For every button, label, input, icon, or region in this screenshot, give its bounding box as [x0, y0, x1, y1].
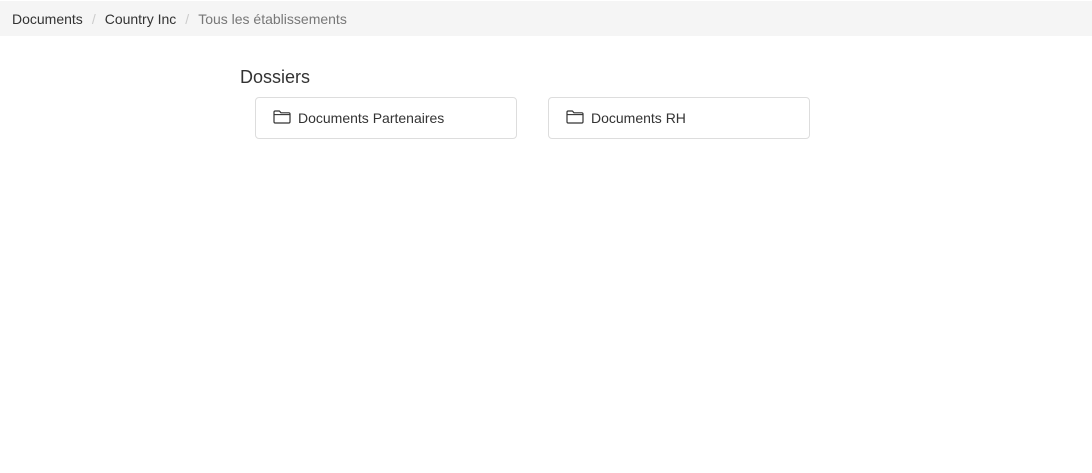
- folder-icon: [273, 110, 291, 124]
- folder-label: Documents Partenaires: [298, 110, 445, 126]
- breadcrumb-separator: /: [91, 10, 96, 27]
- folder-card-documents-rh[interactable]: Documents RH: [548, 97, 810, 139]
- folder-label: Documents RH: [591, 110, 686, 126]
- folders-section-title: Dossiers: [240, 67, 311, 87]
- folder-icon: [566, 110, 584, 124]
- breadcrumb-item-documents[interactable]: Documents: [12, 11, 83, 27]
- breadcrumb-item-current: Tous les établissements: [198, 10, 347, 27]
- breadcrumb-item-country-inc[interactable]: Country Inc: [105, 11, 177, 27]
- folder-card-documents-partenaires[interactable]: Documents Partenaires: [255, 97, 517, 139]
- breadcrumb-separator: /: [185, 10, 190, 27]
- breadcrumb: Documents / Country Inc / Tous les établ…: [0, 1, 1092, 36]
